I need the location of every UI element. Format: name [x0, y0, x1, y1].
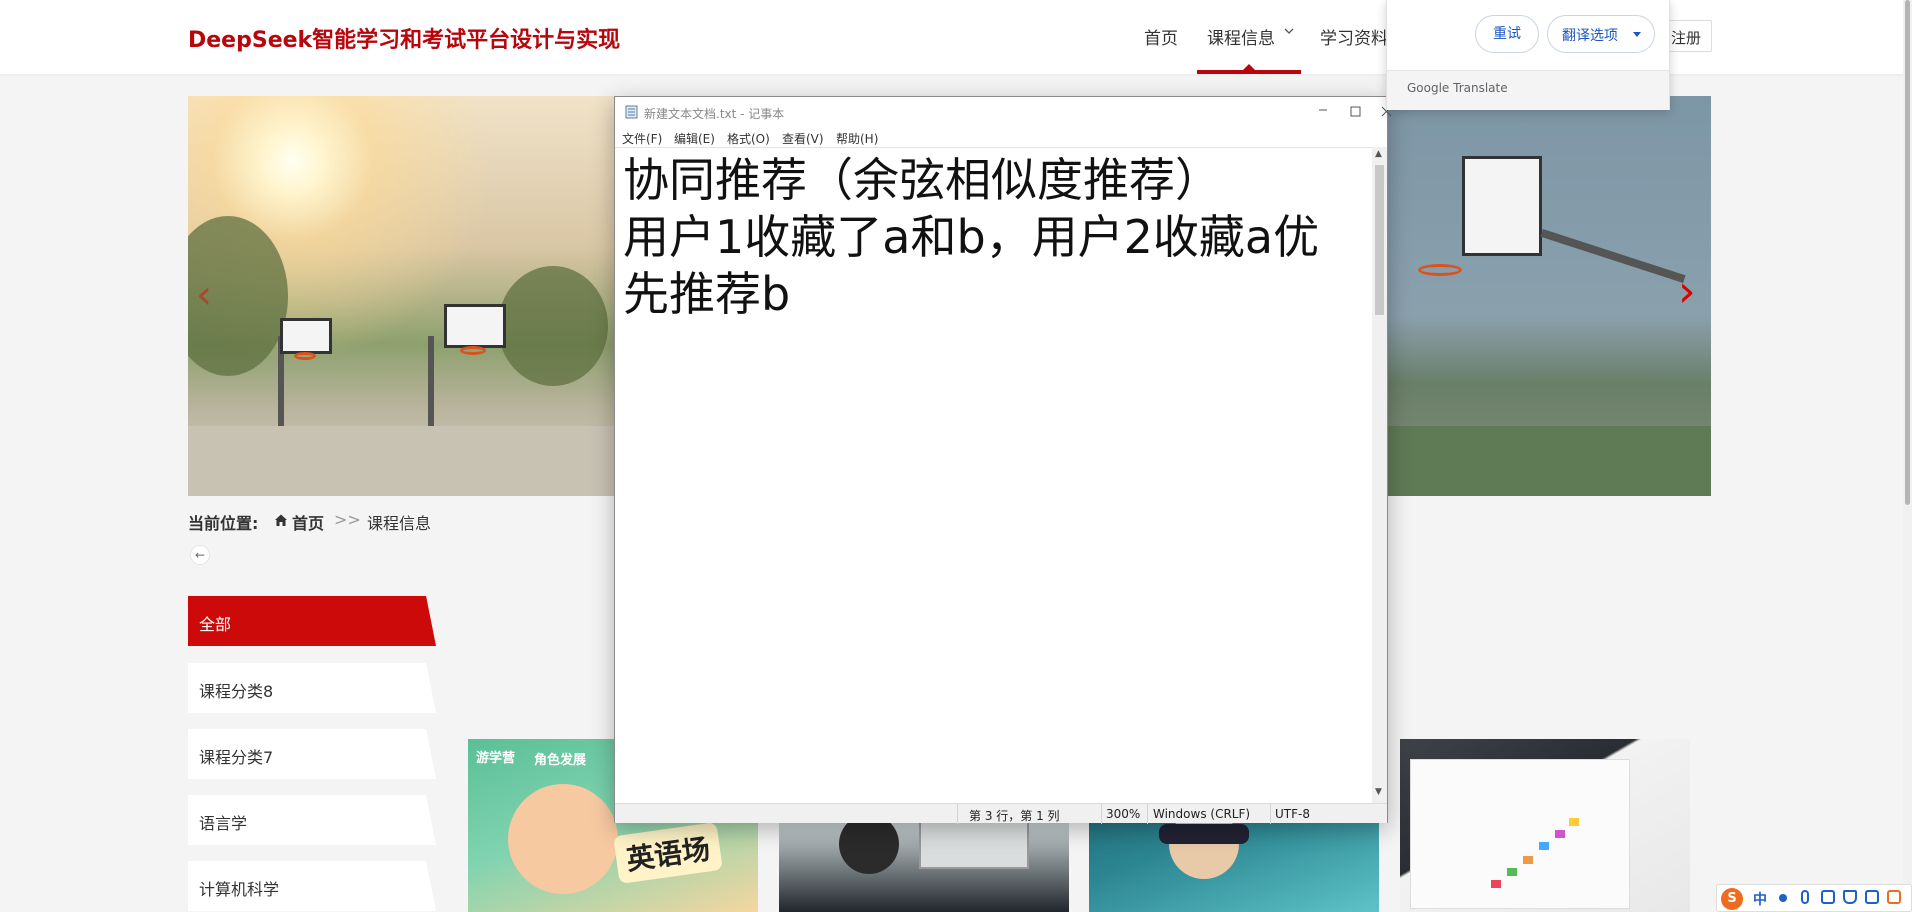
card-illustration — [508, 784, 618, 894]
nav-study-materials[interactable]: 学习资料 — [1320, 24, 1388, 49]
notepad-content[interactable]: 协同推荐（余弦相似度推荐） 用户1收藏了a和b，用户2收藏a优先推荐b — [623, 152, 1363, 323]
card-badge: 角色发展 — [534, 753, 587, 768]
chevron-left-icon[interactable]: ‹ — [196, 272, 212, 318]
breadcrumb-home-link[interactable]: 首页 — [292, 510, 324, 534]
nav-course-info[interactable]: 课程信息 — [1207, 24, 1275, 49]
maximize-icon[interactable] — [1338, 101, 1372, 123]
notepad-titlebar[interactable]: 新建文本文档.txt - 记事本 — [615, 97, 1392, 127]
notepad-scrollbar[interactable]: ▲ ▼ — [1372, 147, 1387, 803]
breadcrumb-separator: >> — [334, 510, 361, 529]
card-illustration — [839, 814, 899, 874]
site-title[interactable]: DeepSeek智能学习和考试平台设计与实现 — [188, 22, 620, 54]
status-encoding: UTF-8 — [1275, 807, 1310, 821]
skin-icon[interactable] — [1843, 890, 1857, 904]
status-zoom: 300% — [1106, 807, 1141, 821]
translate-options-label: 翻译选项 — [1562, 28, 1618, 44]
keyboard-icon[interactable] — [1821, 890, 1835, 904]
nav-home[interactable]: 首页 — [1144, 24, 1178, 49]
category-item-all[interactable]: 全部 — [188, 596, 436, 646]
category-item[interactable]: 语言学 — [188, 795, 436, 845]
status-cursor-position: 第 3 行，第 1 列 — [969, 809, 1060, 823]
home-icon[interactable] — [274, 513, 288, 527]
scroll-down-icon[interactable]: ▼ — [1375, 787, 1382, 797]
card-tag: 英语场 — [613, 821, 723, 885]
back-arrow-icon[interactable]: ← — [190, 545, 210, 565]
card-badge: 游学营 — [476, 751, 516, 766]
notepad-title: 新建文本文档.txt - 记事本 — [644, 107, 785, 121]
card-illustration — [1410, 759, 1630, 909]
scroll-up-icon[interactable]: ▲ — [1375, 149, 1382, 159]
category-item[interactable]: 计算机科学 — [188, 861, 436, 911]
ime-language[interactable]: 中 — [1753, 889, 1767, 909]
page-scrollbar-thumb[interactable] — [1905, 0, 1910, 505]
minimize-icon[interactable] — [1306, 99, 1340, 121]
translate-options-button[interactable]: 翻译选项 — [1547, 15, 1655, 53]
course-card[interactable] — [1400, 739, 1690, 912]
menu-format[interactable]: 格式(O) — [727, 130, 770, 147]
chevron-down-icon[interactable] — [1284, 26, 1294, 36]
translate-footer: Google Translate — [1387, 70, 1669, 110]
card-illustration — [1159, 824, 1249, 844]
punctuation-icon[interactable] — [1779, 894, 1787, 902]
notepad-statusbar: 第 3 行，第 1 列 300% Windows (CRLF) UTF-8 — [615, 803, 1387, 824]
chevron-down-icon — [1633, 32, 1641, 37]
sogou-ime-icon[interactable]: S — [1721, 888, 1743, 910]
nav-active-caret — [1243, 64, 1255, 70]
menu-help[interactable]: 帮助(H) — [836, 130, 878, 147]
menu-file[interactable]: 文件(F) — [622, 130, 662, 147]
nav-active-underline — [1197, 70, 1301, 74]
browser-page: DeepSeek智能学习和考试平台设计与实现 首页 课程信息 学习资料 注册 ‹… — [0, 0, 1912, 912]
scrollbar-thumb[interactable] — [1375, 165, 1384, 315]
google-translate-brand: Google Translate — [1407, 81, 1508, 95]
breadcrumb-current: 课程信息 — [367, 514, 432, 533]
notepad-menubar: 文件(F) 编辑(E) 格式(O) 查看(V) 帮助(H) — [615, 127, 1387, 147]
notepad-window[interactable]: 新建文本文档.txt - 记事本 文件(F) 编辑(E) 格式(O) 查看(V)… — [614, 96, 1392, 824]
notepad-text-area[interactable]: 协同推荐（余弦相似度推荐） 用户1收藏了a和b，用户2收藏a优先推荐b — [615, 147, 1372, 803]
status-line-ending: Windows (CRLF) — [1153, 807, 1251, 821]
category-item[interactable]: 课程分类8 — [188, 663, 436, 713]
ime-toolbar[interactable]: S 中 — [1716, 884, 1912, 912]
translate-popup: 重试 翻译选项 Google Translate — [1386, 0, 1670, 110]
ime-extra-icon[interactable] — [1887, 890, 1901, 904]
banner-image-right — [1378, 96, 1711, 496]
translate-retry-button[interactable]: 重试 — [1475, 15, 1539, 53]
banner-image-left — [188, 96, 618, 496]
microphone-icon[interactable] — [1801, 890, 1809, 904]
toolbox-icon[interactable] — [1865, 890, 1879, 904]
chevron-right-icon[interactable]: › — [1678, 266, 1696, 317]
menu-edit[interactable]: 编辑(E) — [674, 130, 715, 147]
page-scrollbar[interactable] — [1903, 0, 1912, 912]
category-item[interactable]: 课程分类7 — [188, 729, 436, 779]
notepad-app-icon — [625, 105, 638, 119]
breadcrumb-label: 当前位置: — [188, 514, 259, 533]
menu-view[interactable]: 查看(V) — [782, 130, 824, 147]
